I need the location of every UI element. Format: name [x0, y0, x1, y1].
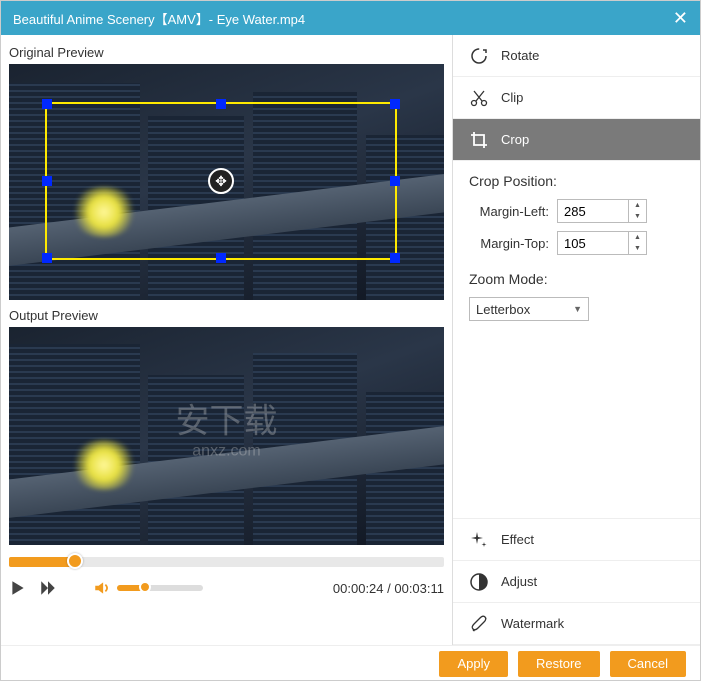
chevron-down-icon: ▼ — [573, 304, 582, 314]
output-preview: 安下载 anxz.com — [9, 327, 444, 545]
margin-left-field[interactable] — [558, 200, 628, 222]
right-panel: Rotate Clip Crop Crop Position: Margin-L… — [452, 35, 700, 645]
margin-left-down[interactable]: ▼ — [629, 211, 646, 222]
margin-top-field[interactable] — [558, 232, 628, 254]
tool-watermark-label: Watermark — [501, 616, 564, 631]
margin-left-up[interactable]: ▲ — [629, 200, 646, 211]
volume-icon[interactable] — [93, 579, 111, 597]
timeline-slider[interactable] — [9, 557, 444, 567]
crop-position-heading: Crop Position: — [469, 173, 684, 189]
footer: Apply Restore Cancel — [1, 645, 700, 681]
tool-crop-label: Crop — [501, 132, 529, 147]
margin-top-input[interactable]: ▲▼ — [557, 231, 647, 255]
close-icon[interactable]: ✕ — [673, 8, 688, 29]
tool-rotate[interactable]: Rotate — [453, 35, 700, 77]
zoom-mode-heading: Zoom Mode: — [469, 271, 684, 287]
tool-adjust[interactable]: Adjust — [453, 561, 700, 603]
playback-controls: 00:00:24 / 00:03:11 — [9, 579, 444, 597]
time-total: 00:03:11 — [394, 581, 444, 596]
volume-thumb[interactable] — [139, 581, 151, 593]
crop-handle-tm[interactable] — [216, 99, 226, 109]
tool-watermark[interactable]: Watermark — [453, 603, 700, 645]
fast-forward-icon[interactable] — [39, 579, 57, 597]
scissors-icon — [469, 88, 489, 108]
titlebar: Beautiful Anime Scenery【AMV】- Eye Water.… — [1, 1, 700, 35]
tool-effect-label: Effect — [501, 532, 534, 547]
tool-adjust-label: Adjust — [501, 574, 537, 589]
left-panel: Original Preview ✥ Output Preview 安下载 — [1, 35, 452, 645]
brush-icon — [469, 614, 489, 634]
cancel-button[interactable]: Cancel — [610, 651, 686, 677]
crop-panel: Crop Position: Margin-Left: ▲▼ Margin-To… — [453, 161, 700, 519]
margin-left-input[interactable]: ▲▼ — [557, 199, 647, 223]
tool-effect[interactable]: Effect — [453, 519, 700, 561]
apply-button[interactable]: Apply — [439, 651, 508, 677]
volume-slider[interactable] — [117, 585, 203, 591]
tool-clip[interactable]: Clip — [453, 77, 700, 119]
window-title: Beautiful Anime Scenery【AMV】- Eye Water.… — [13, 9, 305, 28]
margin-top-down[interactable]: ▼ — [629, 243, 646, 254]
crop-handle-ml[interactable] — [42, 176, 52, 186]
crop-handle-bm[interactable] — [216, 253, 226, 263]
crop-icon — [469, 130, 489, 150]
time-current: 00:00:24 — [333, 581, 384, 596]
crop-handle-mr[interactable] — [390, 176, 400, 186]
restore-button[interactable]: Restore — [518, 651, 600, 677]
time-display: 00:00:24 / 00:03:11 — [333, 581, 444, 596]
crop-handle-tr[interactable] — [390, 99, 400, 109]
output-preview-label: Output Preview — [9, 308, 444, 323]
margin-top-up[interactable]: ▲ — [629, 232, 646, 243]
crop-handle-bl[interactable] — [42, 253, 52, 263]
margin-top-label: Margin-Top: — [469, 236, 549, 251]
contrast-icon — [469, 572, 489, 592]
crop-handle-tl[interactable] — [42, 99, 52, 109]
timeline-thumb[interactable] — [67, 553, 83, 569]
crop-selection[interactable]: ✥ — [45, 102, 397, 260]
original-preview[interactable]: ✥ — [9, 64, 444, 300]
zoom-mode-select[interactable]: Letterbox ▼ — [469, 297, 589, 321]
rotate-icon — [469, 46, 489, 66]
tool-rotate-label: Rotate — [501, 48, 539, 63]
play-icon[interactable] — [9, 579, 27, 597]
crop-handle-br[interactable] — [390, 253, 400, 263]
tool-crop[interactable]: Crop — [453, 119, 700, 161]
move-icon[interactable]: ✥ — [208, 168, 234, 194]
zoom-mode-value: Letterbox — [476, 302, 530, 317]
margin-left-label: Margin-Left: — [469, 204, 549, 219]
sparkle-icon — [469, 530, 489, 550]
original-preview-label: Original Preview — [9, 45, 444, 60]
tool-clip-label: Clip — [501, 90, 523, 105]
